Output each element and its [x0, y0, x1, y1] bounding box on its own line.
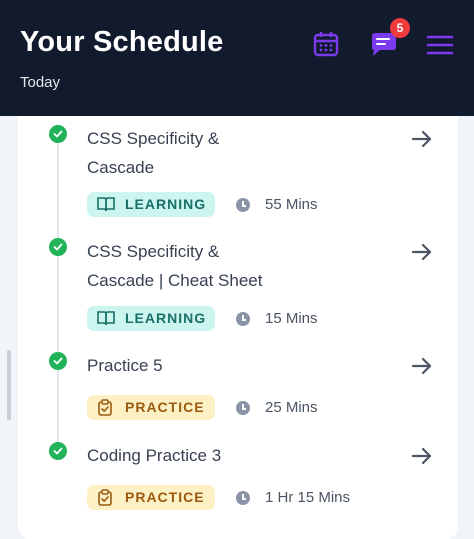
- item-title: CSS Specificity & Cascade: [87, 129, 220, 177]
- item-duration: 25 Mins: [265, 399, 318, 416]
- check-circle-icon: [49, 352, 67, 370]
- scrollbar[interactable]: [7, 350, 11, 420]
- tag-learning: LEARNING: [87, 192, 215, 217]
- item-title: Practice 5: [87, 356, 163, 375]
- clock-icon: [236, 401, 250, 415]
- item-title: CSS Specificity & Cascade | Cheat Sheet: [87, 242, 263, 290]
- item-duration: 15 Mins: [265, 310, 318, 327]
- book-icon: [97, 311, 115, 326]
- timeline-line: [57, 134, 59, 452]
- arrow-right-icon[interactable]: [411, 445, 433, 467]
- page-subtitle: Today: [20, 74, 61, 91]
- book-icon: [97, 197, 115, 212]
- clipboard-check-icon: [98, 399, 112, 416]
- check-circle-icon: [49, 125, 67, 143]
- item-duration: 1 Hr 15 Mins: [265, 489, 351, 506]
- menu-icon[interactable]: [426, 33, 454, 57]
- calendar-icon[interactable]: [313, 31, 339, 57]
- page-title: Your Schedule: [20, 26, 224, 58]
- tag-practice: PRACTICE: [87, 395, 215, 420]
- clock-icon: [236, 491, 250, 505]
- item-duration: 55 Mins: [265, 196, 318, 213]
- check-circle-icon: [49, 442, 67, 460]
- tag-practice: PRACTICE: [87, 485, 215, 510]
- app-header: Your Schedule Today 5: [0, 0, 474, 116]
- arrow-right-icon[interactable]: [411, 128, 433, 150]
- notification-badge: 5: [390, 18, 410, 38]
- arrow-right-icon[interactable]: [411, 355, 433, 377]
- arrow-right-icon[interactable]: [411, 241, 433, 263]
- clock-icon: [236, 312, 250, 326]
- tag-learning: LEARNING: [87, 306, 215, 331]
- check-circle-icon: [49, 238, 67, 256]
- clock-icon: [236, 198, 250, 212]
- clipboard-check-icon: [98, 489, 112, 506]
- item-title: Coding Practice 3: [87, 446, 222, 465]
